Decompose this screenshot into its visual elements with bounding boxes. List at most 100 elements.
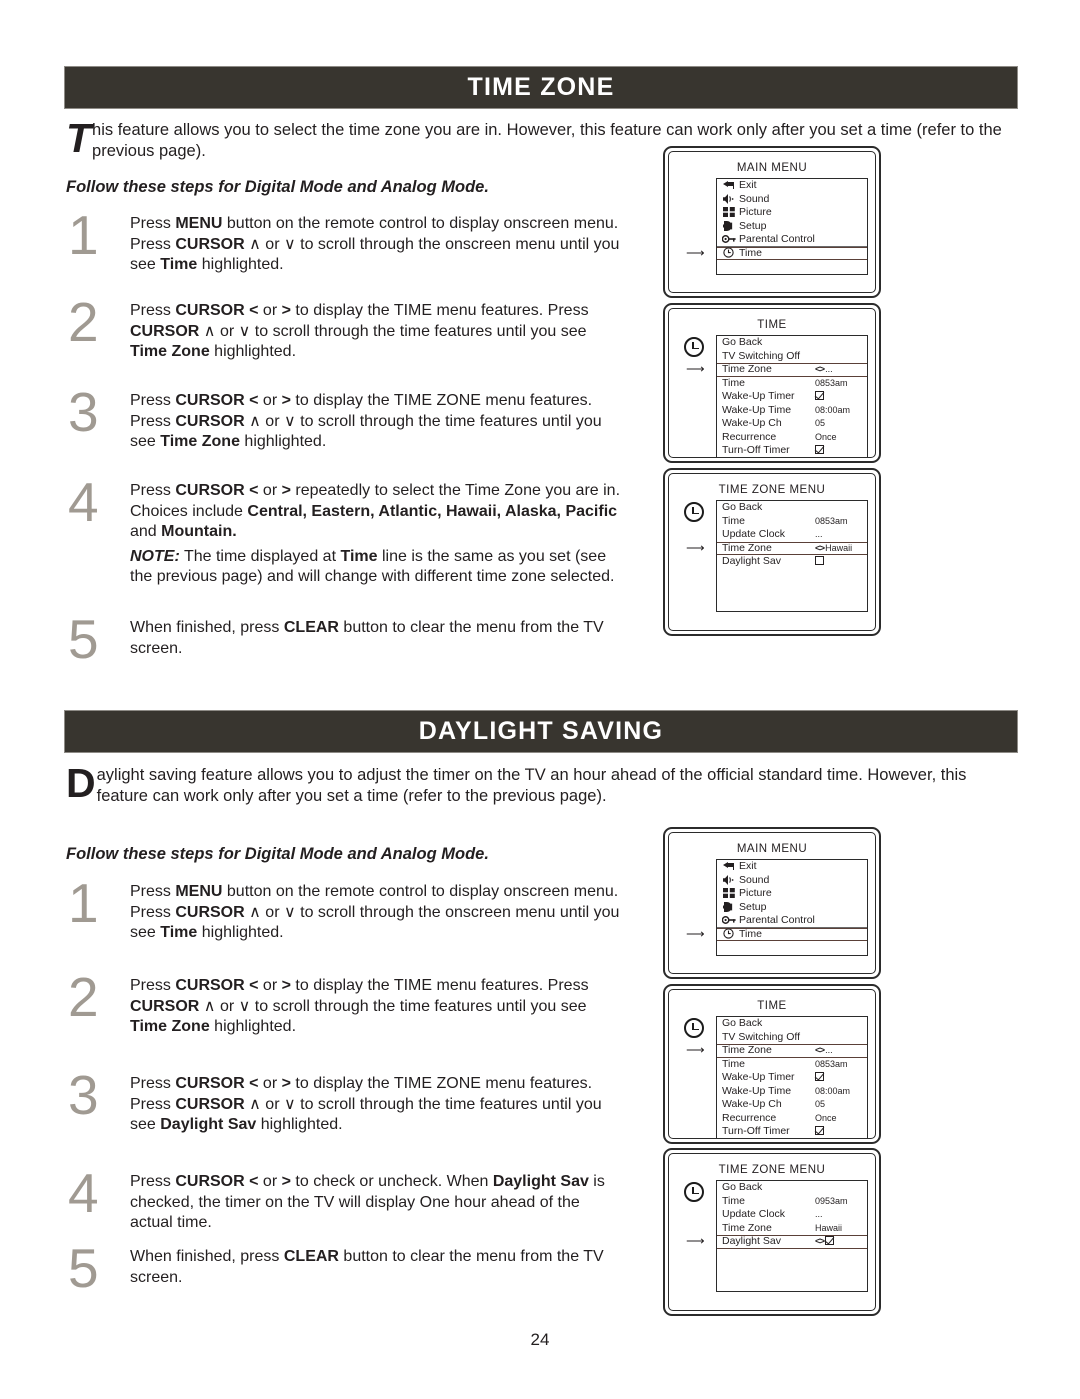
- step-text: Press CURSOR < or > to display the TIME …: [130, 392, 602, 450]
- step-item: 4 Press CURSOR < or > repeatedly to sele…: [62, 475, 622, 614]
- tv-screen-inner: TIME ZONE MENU ⟶ Go Back Time 0953am Upda…: [668, 1153, 876, 1311]
- row-value: 0853am: [815, 515, 848, 526]
- selection-arrow-icon: ⟶: [686, 361, 705, 376]
- menu-row[interactable]: Update Clock...: [717, 1208, 867, 1222]
- menu-row[interactable]: Turn-Off Timer: [717, 1125, 867, 1138]
- menu-item-label: Parental Control: [739, 913, 815, 926]
- menu-row[interactable]: Turn-Off Time 10:30am: [717, 1139, 867, 1140]
- row-value: 05: [815, 418, 826, 428]
- row-label: Update Clock: [722, 1208, 786, 1220]
- row-value: ...: [815, 1209, 823, 1219]
- step-number: 2: [68, 291, 99, 353]
- menu-item-picture[interactable]: Picture: [717, 206, 867, 220]
- menu-row[interactable]: Go Back: [717, 1017, 867, 1031]
- menu-area: ⟶ Go Back Time 0853am Update Clock... Tim…: [676, 500, 868, 612]
- menu-row[interactable]: Wake-Up Ch 05: [717, 1098, 867, 1112]
- menu-row[interactable]: Turn-Off Timer: [717, 444, 867, 457]
- row-value: <>...: [815, 1045, 833, 1056]
- menu-item-label: Time: [739, 927, 762, 940]
- row-label: Wake-Up Time: [722, 403, 792, 416]
- row-label: Time Zone: [722, 1044, 772, 1056]
- selection-gutter: ⟶: [676, 1016, 716, 1138]
- menu-row[interactable]: Time 0853am: [717, 1058, 867, 1072]
- row-value: [815, 390, 824, 404]
- dropcap-t: T: [66, 115, 92, 161]
- menu-row-time-zone[interactable]: Time Zone <>...: [717, 363, 867, 377]
- parental-key-icon: [722, 914, 736, 928]
- row-label: TV Switching Off: [722, 349, 801, 362]
- menu-row[interactable]: TV Switching Off: [717, 350, 867, 364]
- row-value: 10:30am: [815, 1139, 850, 1140]
- menu-row[interactable]: Wake-Up Time 08:00am: [717, 404, 867, 418]
- menu-row-time-zone[interactable]: Time Zone <>Hawaii: [717, 541, 867, 555]
- row-label: Time: [722, 1194, 745, 1207]
- menu-item-parental-control[interactable]: Parental Control: [717, 914, 867, 928]
- selection-gutter: ⟶: [676, 1180, 716, 1292]
- parental-key-icon: [722, 233, 736, 247]
- menu-item-exit[interactable]: Exit: [717, 179, 867, 193]
- step-text: Press CURSOR < or > to display the TIME …: [130, 302, 589, 360]
- row-value: [815, 1071, 824, 1085]
- menu-row[interactable]: Wake-Up Timer: [717, 1071, 867, 1085]
- menu-row[interactable]: Wake-Up Ch 05: [717, 417, 867, 431]
- menu-item-time[interactable]: Time: [717, 246, 867, 260]
- step-number: 2: [68, 966, 99, 1028]
- picture-icon: [722, 206, 735, 220]
- row-value: <>...: [815, 364, 833, 375]
- screen-title: TIME ZONE MENU: [718, 1164, 826, 1176]
- menu-row[interactable]: Time Zone Hawaii: [717, 1222, 867, 1236]
- menu-item-setup[interactable]: Setup: [717, 220, 867, 234]
- menu-row-daylight-sav[interactable]: Daylight Sav <>: [717, 1235, 867, 1249]
- left-right-arrows-icon: <>: [815, 1045, 825, 1056]
- menu-row[interactable]: Update Clock...: [717, 528, 867, 542]
- tv-screen-time-menu: TIME ⟶ Go Back TV Switching Off Time Zon…: [663, 303, 881, 463]
- menu-row[interactable]: Recurrence Once: [717, 431, 867, 445]
- left-right-arrows-icon: <>: [815, 542, 825, 554]
- tv-screen-time-zone-menu: TIME ZONE MENU ⟶ Go Back Time 0853am Upda…: [663, 468, 881, 636]
- menu-row[interactable]: Go Back: [717, 336, 867, 350]
- menu-row[interactable]: Time 0853am: [717, 377, 867, 391]
- menu-row[interactable]: TV Switching Off: [717, 1031, 867, 1045]
- menu-row[interactable]: Daylight Sav: [717, 555, 867, 569]
- sound-speaker-icon: [722, 874, 735, 888]
- menu-row[interactable]: Wake-Up Timer: [717, 390, 867, 404]
- menu-row[interactable]: Go Back: [717, 501, 867, 515]
- step-text: Press CURSOR < or > to display the TIME …: [130, 977, 589, 1035]
- menu-item-sound[interactable]: Sound: [717, 874, 867, 888]
- menu-row[interactable]: Go Back: [717, 1181, 867, 1195]
- tv-screen-inner: TIME ZONE MENU ⟶ Go Back Time 0853am Upda…: [668, 473, 876, 631]
- step-text: When finished, press CLEAR button to cle…: [130, 1248, 604, 1286]
- step-number: 4: [68, 1162, 99, 1224]
- menu-item-time[interactable]: Time: [717, 927, 867, 941]
- menu-row[interactable]: Recurrence Once: [717, 1112, 867, 1126]
- step-number: 3: [68, 381, 99, 443]
- menu-row[interactable]: Turn-Off Time 10:30am: [717, 458, 867, 459]
- section-title-time-zone: TIME ZONE: [467, 73, 615, 101]
- tv-screen-main-menu: MAIN MENU ⟶ Exit Sound Picture Setup Par…: [663, 146, 881, 298]
- menu-item-label: Sound: [739, 873, 770, 886]
- row-label: Update Clock: [722, 528, 786, 540]
- setup-dial-icon: [722, 220, 735, 234]
- menu-item-picture[interactable]: Picture: [717, 887, 867, 901]
- row-value: <>: [815, 1235, 835, 1249]
- menu-row[interactable]: Time 0853am: [717, 515, 867, 529]
- clock-icon: [684, 1182, 704, 1202]
- menu-item-parental-control[interactable]: Parental Control: [717, 233, 867, 247]
- menu-item-setup[interactable]: Setup: [717, 901, 867, 915]
- section-title-daylight-saving: DAYLIGHT SAVING: [418, 717, 664, 745]
- menu-row-time-zone[interactable]: Time Zone <>...: [717, 1044, 867, 1058]
- selection-gutter: ⟶: [676, 859, 716, 956]
- menu-area: ⟶ Go Back TV Switching Off Time Zone <>.…: [676, 1016, 868, 1140]
- selection-gutter: ⟶: [676, 500, 716, 612]
- menu-item-sound[interactable]: Sound: [717, 193, 867, 207]
- menu-row[interactable]: Time 0953am: [717, 1195, 867, 1209]
- menu-row[interactable]: Wake-Up Time 08:00am: [717, 1085, 867, 1099]
- menu-item-exit[interactable]: Exit: [717, 860, 867, 874]
- left-right-arrows-icon: <>: [815, 364, 825, 375]
- row-value: Hawaii: [815, 1222, 843, 1233]
- menu-list: Exit Sound Picture Setup Parental Contro…: [716, 178, 868, 275]
- row-label: Time Zone: [722, 363, 772, 375]
- step-item: 2 Press CURSOR < or > to display the TIM…: [62, 966, 622, 1070]
- row-label: Turn-Off Time: [722, 1139, 786, 1140]
- menu-item-label: Setup: [739, 900, 767, 913]
